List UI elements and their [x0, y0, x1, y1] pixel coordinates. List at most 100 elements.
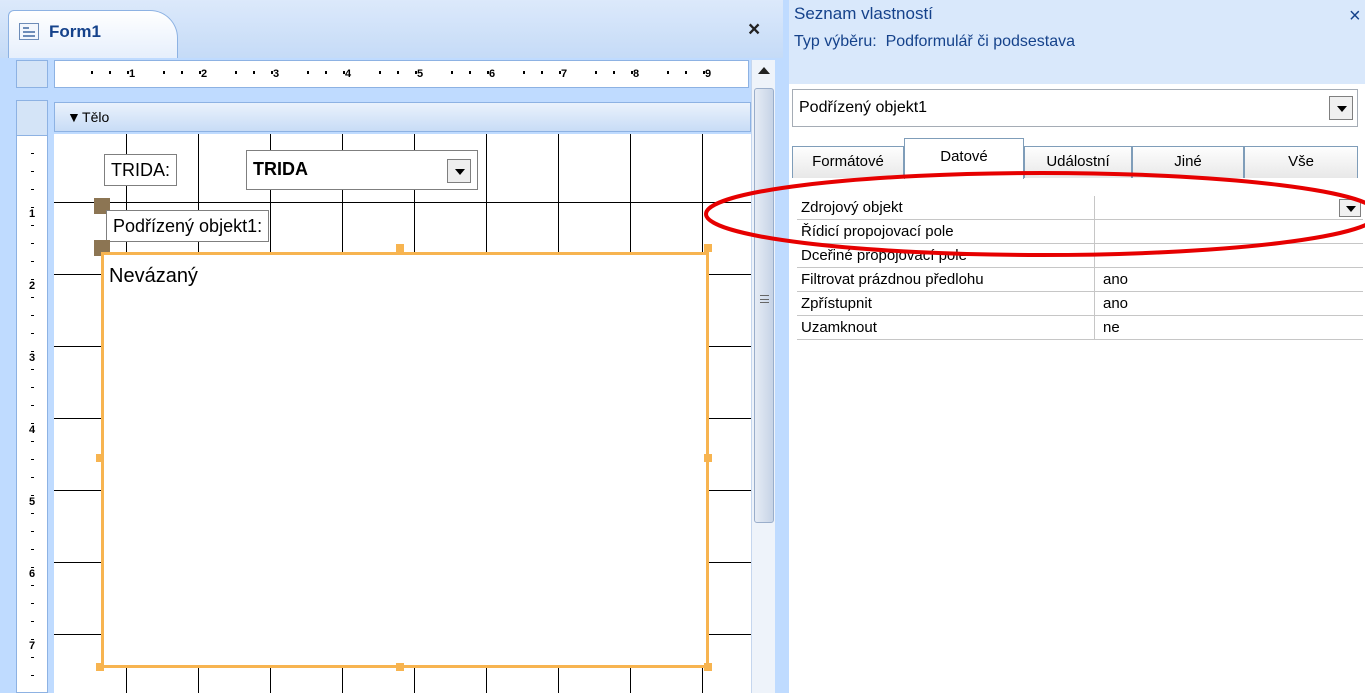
ruler-number: 5: [417, 68, 424, 80]
trida-combo-box[interactable]: TRIDA: [246, 150, 478, 190]
property-value[interactable]: [1095, 244, 1363, 268]
property-sheet-title: Seznam vlastností: [794, 4, 933, 23]
resize-handle-left[interactable]: [96, 454, 104, 462]
ruler-tick: [31, 531, 34, 532]
property-name: Filtrovat prázdnou předlohu: [797, 268, 1095, 292]
ruler-tick: [325, 71, 327, 74]
ruler-tick: [31, 621, 34, 622]
ruler-number: 1: [129, 68, 136, 80]
scroll-up-icon[interactable]: [752, 60, 776, 84]
subform-label[interactable]: Podřízený objekt1:: [106, 210, 270, 242]
property-row-master-fields[interactable]: Řídicí propojovací pole: [797, 220, 1363, 244]
ruler-tick: [31, 315, 34, 316]
ruler-tick: [31, 369, 34, 370]
chevron-down-icon[interactable]: [1329, 96, 1353, 120]
ruler-tick: [31, 459, 34, 460]
scrollbar-thumb[interactable]: [754, 88, 774, 523]
subform-unbound-text: Nevázaný: [109, 265, 198, 287]
ruler-number: 6: [489, 68, 496, 80]
ruler-number: 3: [273, 68, 280, 80]
tab-event[interactable]: Událostní: [1024, 146, 1132, 178]
resize-handle-bottom-left[interactable]: [96, 663, 104, 671]
ruler-tick: [91, 71, 93, 74]
ruler-tick: [31, 171, 34, 172]
property-row-child-fields[interactable]: Dceřiné propojovací pole: [797, 244, 1363, 268]
selection-type-value: Podformulář či podsestava: [885, 33, 1076, 50]
horizontal-ruler[interactable]: 1 2 3 4 5 6 7 8 9: [54, 60, 749, 88]
ruler-tick: [31, 675, 34, 676]
property-name: Zpřístupnit: [797, 292, 1095, 316]
property-name: Uzamknout: [797, 316, 1095, 340]
vertical-scrollbar[interactable]: [751, 60, 775, 693]
ruler-tick: [31, 549, 34, 550]
tab-all[interactable]: Vše: [1244, 146, 1358, 178]
property-row-locked[interactable]: Uzamknout ne: [797, 316, 1363, 340]
tab-format[interactable]: Formátové: [792, 146, 904, 178]
ruler-tick: [31, 585, 34, 586]
property-value[interactable]: [1095, 196, 1363, 220]
subform-control[interactable]: Nevázaný: [101, 252, 709, 668]
selection-type: Typ výběru: Podformulář či podsestava: [794, 33, 1075, 51]
ruler-tick: [181, 71, 183, 74]
property-value[interactable]: ano: [1095, 292, 1363, 316]
ruler-tick: [397, 71, 399, 74]
tab-data[interactable]: Datové: [904, 138, 1024, 179]
ruler-number: 8: [633, 68, 640, 80]
resize-handle-bottom-right[interactable]: [704, 663, 712, 671]
ruler-number: 9: [705, 68, 712, 80]
ruler-number: 5: [29, 496, 36, 508]
resize-handle-top[interactable]: [396, 244, 404, 252]
form-icon: [19, 23, 39, 40]
grid-line: [54, 202, 751, 203]
property-value[interactable]: ne: [1095, 316, 1363, 340]
ruler-tick: [31, 387, 34, 388]
section-header-body[interactable]: ▼ Tělo: [54, 102, 751, 132]
resize-handle-right[interactable]: [704, 454, 712, 462]
close-property-sheet-icon[interactable]: ×: [1349, 6, 1361, 26]
property-name: Zdrojový objekt: [797, 196, 1095, 220]
ruler-tick: [31, 153, 34, 154]
design-canvas[interactable]: TRIDA: TRIDA Podřízený objekt1: Nevázaný: [54, 134, 751, 693]
resize-handle-top-right[interactable]: [704, 244, 712, 252]
section-selector[interactable]: [16, 100, 48, 136]
property-name: Řídicí propojovací pole: [797, 220, 1095, 244]
ruler-tick: [31, 189, 34, 190]
ruler-number: 4: [29, 424, 36, 436]
property-value[interactable]: [1095, 220, 1363, 244]
property-value[interactable]: ano: [1095, 268, 1363, 292]
form-design-window: Form1 × 1 2 3 4 5 6 7 8 9 1 2 3 4 5 6 7 ▼ Tělo TRIDA: …: [0, 0, 783, 693]
ruler-tick: [667, 71, 669, 74]
ruler-tick: [31, 261, 34, 262]
grip-icon: [760, 295, 769, 303]
ruler-corner-selector[interactable]: [16, 60, 48, 88]
vertical-ruler[interactable]: 1 2 3 4 5 6 7: [16, 100, 48, 693]
tab-other[interactable]: Jiné: [1132, 146, 1244, 178]
object-selector-dropdown[interactable]: Podřízený objekt1: [792, 89, 1358, 127]
trida-combo-value: TRIDA: [253, 159, 308, 179]
property-row-enabled[interactable]: Zpřístupnit ano: [797, 292, 1363, 316]
ruler-tick: [31, 333, 34, 334]
property-row-filter-empty-master[interactable]: Filtrovat prázdnou předlohu ano: [797, 268, 1363, 292]
ruler-tick: [523, 71, 525, 74]
chevron-down-icon[interactable]: [447, 159, 471, 183]
ruler-tick: [31, 441, 34, 442]
close-form-icon[interactable]: ×: [748, 19, 760, 40]
ruler-number: 4: [345, 68, 352, 80]
ruler-number: 6: [29, 568, 36, 580]
resize-handle-bottom[interactable]: [396, 663, 404, 671]
ruler-number: 2: [29, 280, 36, 292]
trida-label[interactable]: TRIDA:: [104, 154, 178, 186]
ruler-tick: [31, 657, 34, 658]
property-tabs: Formátové Datové Událostní Jiné Vše: [792, 138, 1358, 179]
ruler-tick: [379, 71, 381, 74]
ruler-tick: [541, 71, 543, 74]
ruler-number: 2: [201, 68, 208, 80]
ruler-tick: [163, 71, 165, 74]
property-name: Dceřiné propojovací pole: [797, 244, 1095, 268]
property-row-source-object[interactable]: Zdrojový objekt: [797, 196, 1363, 220]
ruler-number: 7: [29, 640, 36, 652]
ruler-tick: [31, 405, 34, 406]
form-document-tab[interactable]: Form1: [8, 10, 178, 58]
chevron-down-icon[interactable]: [1339, 199, 1361, 217]
ruler-tick: [31, 297, 34, 298]
